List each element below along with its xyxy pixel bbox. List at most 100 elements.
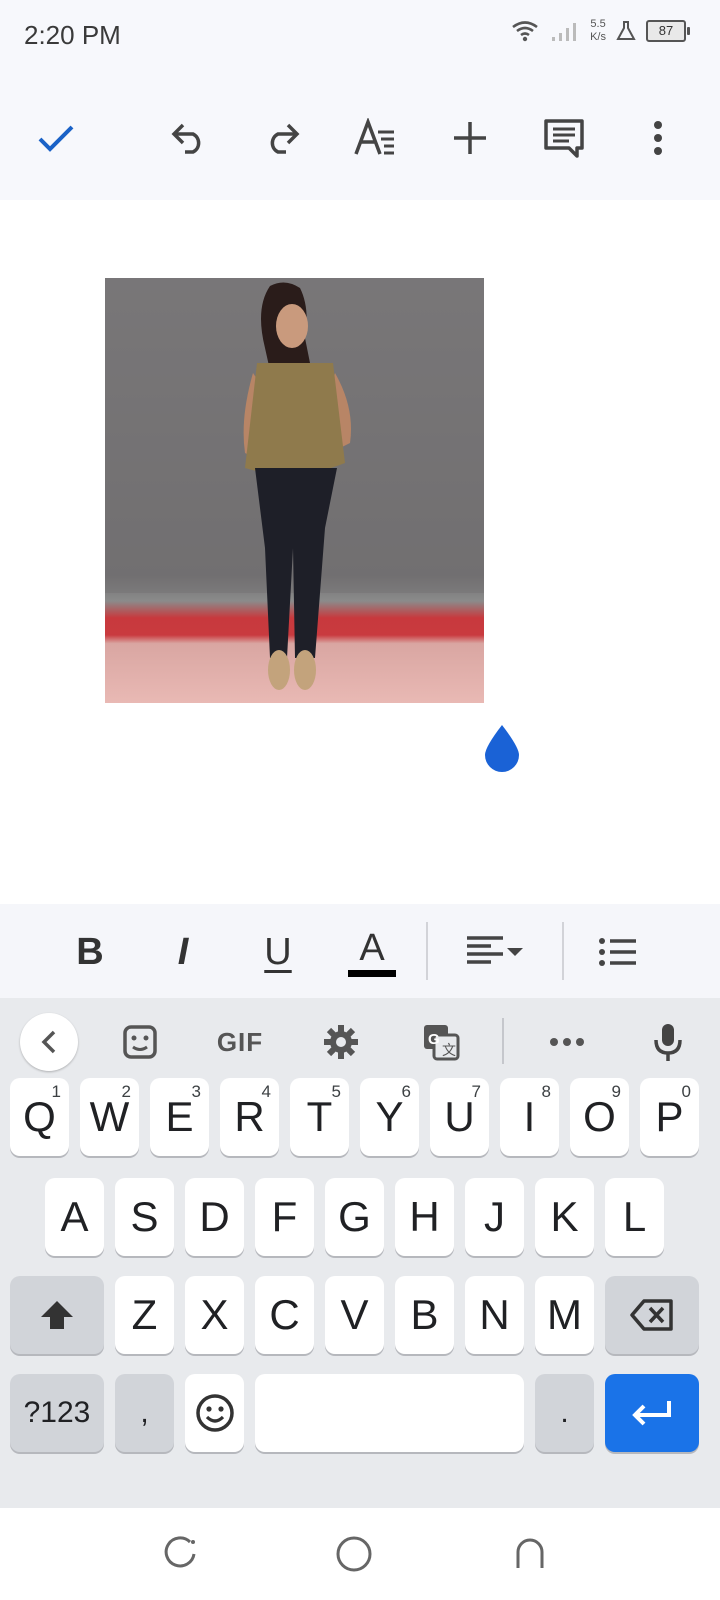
home-circle-icon — [336, 1536, 372, 1572]
key-a[interactable]: A — [45, 1178, 104, 1256]
bold-button[interactable]: B — [68, 926, 112, 978]
more-keyboard-options-button[interactable] — [545, 1012, 589, 1072]
microphone-icon — [654, 1024, 682, 1061]
text-color-button[interactable]: A — [346, 926, 398, 978]
key-x[interactable]: X — [185, 1276, 244, 1354]
keyboard: GIF G 文 Q 1 W 2 E 3 R 4 T 5 Y 6 U 7 I 8 … — [0, 998, 720, 1508]
back-arch-icon — [516, 1538, 544, 1568]
enter-icon — [632, 1401, 671, 1426]
key-e[interactable]: E3 — [150, 1078, 209, 1156]
key-f[interactable]: F — [255, 1178, 314, 1256]
italic-button[interactable]: I — [161, 926, 205, 978]
more-vert-icon — [654, 121, 662, 155]
key-u[interactable]: U7 — [430, 1078, 489, 1156]
back-circle — [20, 1013, 78, 1071]
align-left-icon — [467, 936, 503, 964]
comma-key[interactable]: , — [115, 1374, 174, 1452]
format-separator — [562, 922, 564, 980]
chevron-left-icon — [41, 1030, 56, 1054]
status-time: 2:20 PM — [24, 20, 121, 50]
system-navigation-bar — [0, 1508, 720, 1600]
key-w[interactable]: W2 — [80, 1078, 139, 1156]
space-key[interactable] — [255, 1374, 524, 1452]
underline-label: U — [264, 930, 292, 973]
home-button[interactable] — [332, 1532, 376, 1576]
keyboard-back-button[interactable] — [19, 1012, 79, 1072]
gear-icon — [324, 1025, 358, 1059]
key-c[interactable]: C — [255, 1276, 314, 1354]
gif-button[interactable]: GIF — [208, 1012, 272, 1072]
person-figure — [105, 278, 484, 690]
backspace-key[interactable] — [605, 1276, 699, 1354]
sticker-button[interactable] — [118, 1012, 162, 1072]
key-m[interactable]: M — [535, 1276, 594, 1354]
key-v[interactable]: V — [325, 1276, 384, 1354]
sticker-icon — [123, 1025, 157, 1059]
inserted-image[interactable] — [105, 278, 484, 703]
key-k[interactable]: K — [535, 1178, 594, 1256]
key-i[interactable]: I8 — [500, 1078, 559, 1156]
check-icon — [38, 125, 74, 152]
key-j[interactable]: J — [465, 1178, 524, 1256]
insert-button[interactable] — [444, 112, 496, 164]
battery-indicator: 87 — [646, 20, 690, 42]
back-button[interactable] — [508, 1532, 552, 1576]
key-p[interactable]: P0 — [640, 1078, 699, 1156]
redo-button[interactable] — [256, 112, 308, 164]
voice-input-button[interactable] — [646, 1012, 690, 1072]
undo-icon — [171, 123, 201, 154]
keyboard-settings-button[interactable] — [319, 1012, 363, 1072]
document-body[interactable] — [0, 200, 720, 904]
key-y[interactable]: Y6 — [360, 1078, 419, 1156]
keyboard-toolbar-separator — [502, 1018, 504, 1064]
text-format-icon — [354, 118, 394, 155]
flask-icon — [616, 21, 636, 40]
done-button[interactable] — [30, 112, 82, 164]
align-button[interactable] — [460, 926, 530, 978]
chevron-down-icon — [507, 948, 523, 956]
recents-icon — [164, 1536, 196, 1568]
key-n[interactable]: N — [465, 1276, 524, 1354]
backspace-icon — [630, 1299, 673, 1331]
text-color-label: A — [359, 926, 385, 969]
key-d[interactable]: D — [185, 1178, 244, 1256]
net-speed: 5.5 K/s — [590, 18, 606, 43]
key-r[interactable]: R4 — [220, 1078, 279, 1156]
recents-button[interactable] — [158, 1532, 202, 1576]
wifi-icon — [512, 21, 538, 42]
key-l[interactable]: L — [605, 1178, 664, 1256]
emoji-key[interactable] — [185, 1374, 244, 1452]
key-b[interactable]: B — [395, 1276, 454, 1354]
format-toolbar: B I U A — [0, 904, 720, 998]
translate-button[interactable]: G 文 — [419, 1012, 463, 1072]
underline-button[interactable]: U — [256, 926, 300, 978]
text-format-button[interactable] — [350, 112, 402, 164]
redo-icon — [270, 123, 300, 154]
svg-text:G: G — [428, 1031, 440, 1048]
status-icons: 5.5 K/s 87 — [510, 18, 690, 44]
enter-key[interactable] — [605, 1374, 699, 1452]
status-bar: 2:20 PM 5.5 K/s 87 — [0, 0, 720, 76]
key-q[interactable]: Q1 — [10, 1078, 69, 1156]
key-s[interactable]: S — [115, 1178, 174, 1256]
shift-key[interactable] — [10, 1276, 104, 1354]
key-h[interactable]: H — [395, 1178, 454, 1256]
period-key[interactable]: . — [535, 1374, 594, 1452]
key-t[interactable]: T5 — [290, 1078, 349, 1156]
more-options-button[interactable] — [632, 112, 684, 164]
key-g[interactable]: G — [325, 1178, 384, 1256]
format-separator — [426, 922, 428, 980]
italic-label: I — [177, 930, 189, 973]
key-z[interactable]: Z — [115, 1276, 174, 1354]
shift-icon — [41, 1301, 73, 1329]
svg-text:文: 文 — [442, 1042, 456, 1058]
bulleted-list-button[interactable] — [596, 926, 640, 978]
comment-button[interactable] — [538, 112, 590, 164]
bulleted-list-icon — [599, 938, 636, 966]
key-o[interactable]: O9 — [570, 1078, 629, 1156]
bold-label: B — [76, 930, 104, 973]
undo-button[interactable] — [163, 112, 215, 164]
cursor-handle[interactable] — [481, 723, 523, 775]
document-toolbar — [0, 76, 720, 200]
symbols-key[interactable]: ?123 — [10, 1374, 104, 1452]
